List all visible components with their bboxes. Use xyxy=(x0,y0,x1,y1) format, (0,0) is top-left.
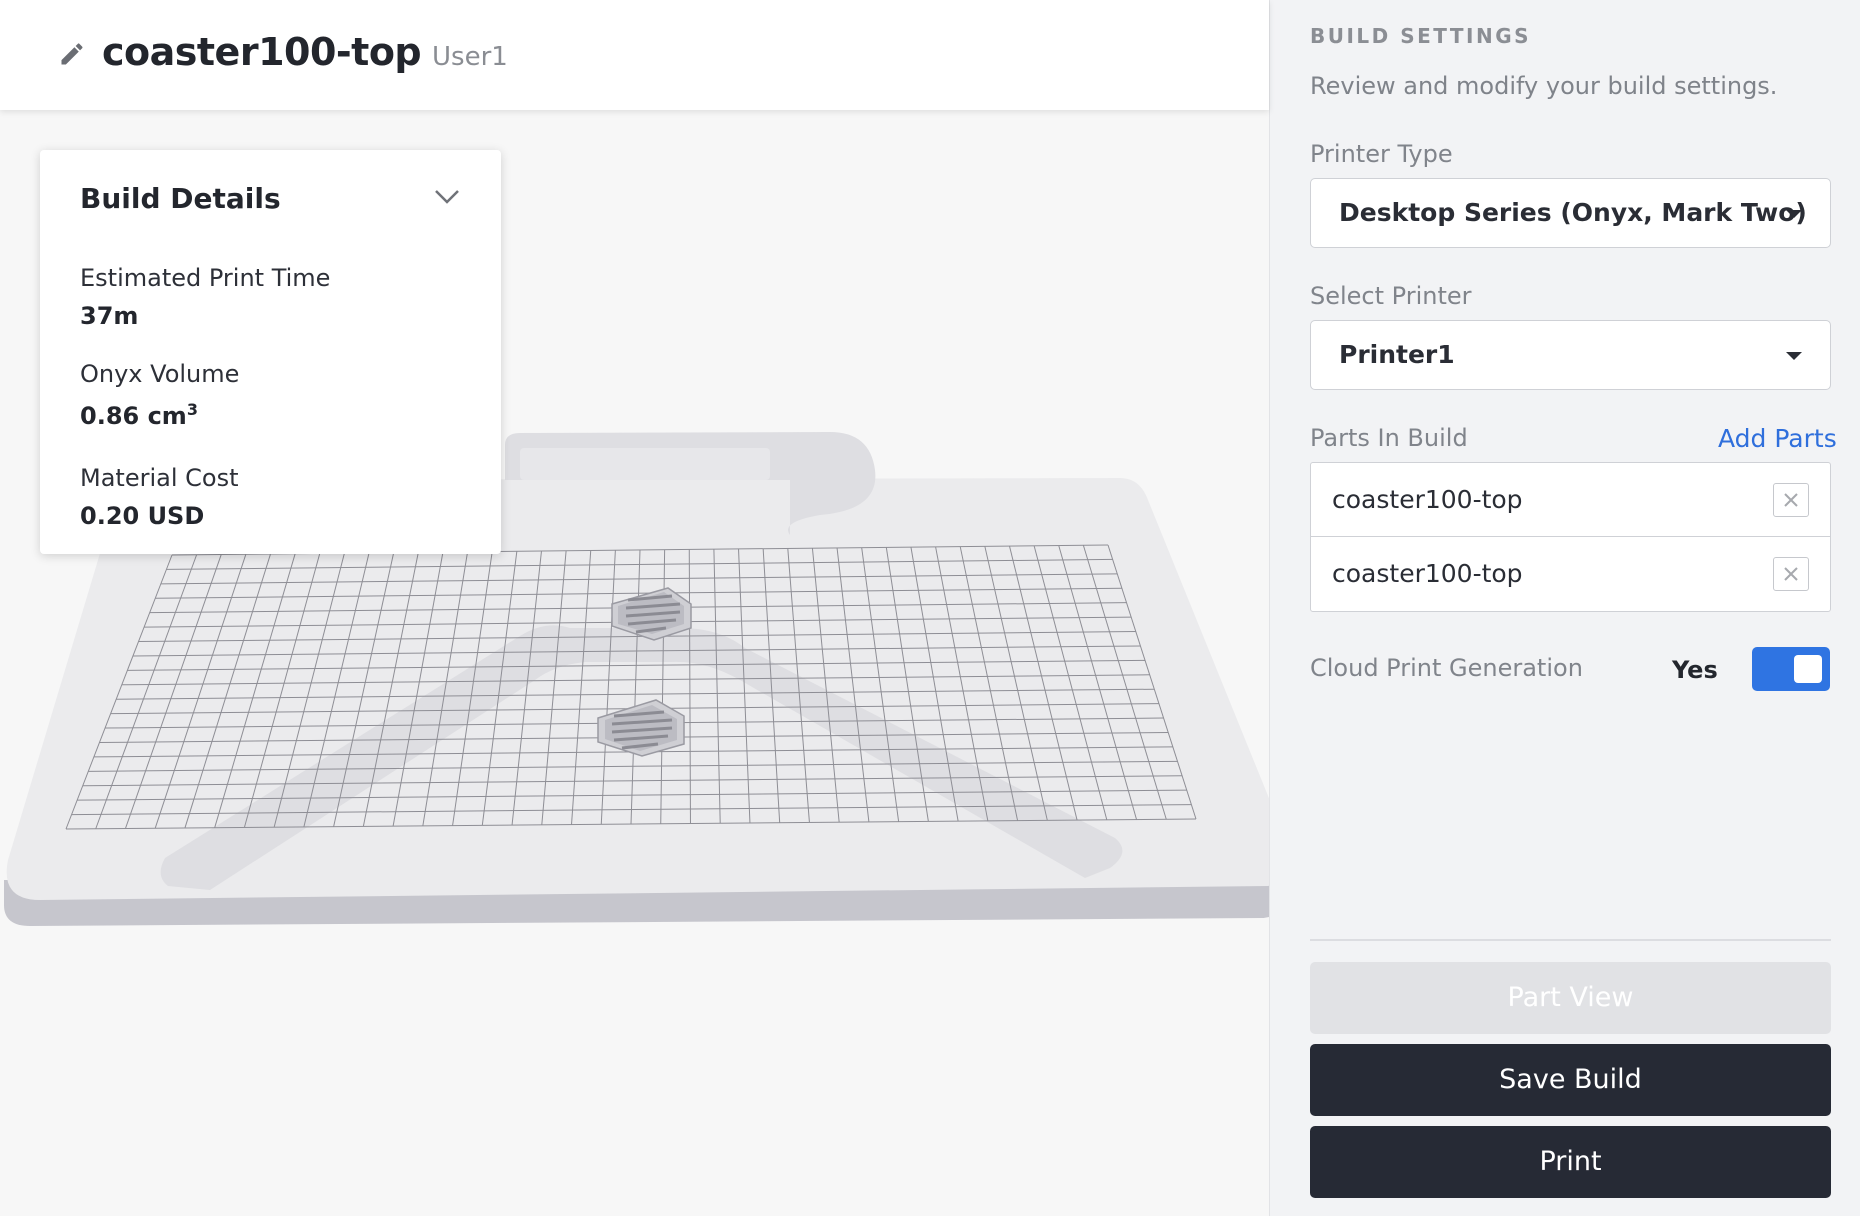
part-name: coaster100-top xyxy=(1332,485,1523,514)
parts-in-build-label: Parts In Build xyxy=(1310,424,1468,452)
cloud-print-label: Cloud Print Generation xyxy=(1310,654,1583,682)
chevron-down-icon[interactable] xyxy=(432,186,462,208)
build-viewer: coaster100-top User1 Build Details Estim… xyxy=(0,0,1269,1216)
cloud-print-toggle[interactable] xyxy=(1752,647,1830,691)
save-build-button[interactable]: Save Build xyxy=(1310,1044,1831,1116)
part-view-button[interactable]: Part View xyxy=(1310,962,1831,1034)
page-title[interactable]: coaster100-top xyxy=(102,30,422,74)
printer-value: Printer1 xyxy=(1339,340,1455,369)
print-button[interactable]: Print xyxy=(1310,1126,1831,1198)
remove-part-button[interactable] xyxy=(1773,557,1809,591)
print-bed-handle-slot xyxy=(520,448,770,480)
pencil-icon[interactable] xyxy=(58,40,86,68)
print-time-value: 37m xyxy=(80,302,139,330)
select-printer-label: Select Printer xyxy=(1310,282,1472,310)
printer-type-select[interactable]: Desktop Series (Onyx, Mark Two) xyxy=(1310,178,1831,248)
close-icon xyxy=(1784,567,1798,581)
list-item: coaster100-top xyxy=(1311,537,1830,611)
cost-value: 0.20 USD xyxy=(80,502,205,530)
volume-number: 0.86 cm xyxy=(80,402,187,430)
build-details-panel: Build Details Estimated Print Time 37m O… xyxy=(40,150,501,554)
printer-type-value: Desktop Series (Onyx, Mark Two) xyxy=(1339,198,1807,227)
list-item: coaster100-top xyxy=(1311,463,1830,537)
caret-down-icon xyxy=(1786,352,1802,360)
close-icon xyxy=(1784,493,1798,507)
volume-value: 0.86 cm3 xyxy=(80,400,198,430)
settings-subtitle: Review and modify your build settings. xyxy=(1310,72,1778,100)
page-header: coaster100-top User1 xyxy=(0,0,1269,110)
user-name: User1 xyxy=(432,42,508,72)
printer-type-label: Printer Type xyxy=(1310,140,1453,168)
print-time-label: Estimated Print Time xyxy=(80,264,331,292)
part-name: coaster100-top xyxy=(1332,559,1523,588)
cost-label: Material Cost xyxy=(80,464,239,492)
remove-part-button[interactable] xyxy=(1773,483,1809,517)
volume-label: Onyx Volume xyxy=(80,360,240,388)
build-settings-panel: BUILD SETTINGS Review and modify your bu… xyxy=(1269,0,1860,1216)
toggle-knob xyxy=(1794,655,1822,683)
settings-heading: BUILD SETTINGS xyxy=(1310,24,1532,48)
build-details-title: Build Details xyxy=(80,182,281,215)
add-parts-link[interactable]: Add Parts xyxy=(1718,424,1837,453)
parts-list: coaster100-top coaster100-top xyxy=(1310,462,1831,612)
divider xyxy=(1310,939,1831,941)
cloud-print-value: Yes xyxy=(1672,656,1718,684)
volume-unit-exponent: 3 xyxy=(186,400,198,419)
printer-select[interactable]: Printer1 xyxy=(1310,320,1831,390)
caret-down-icon xyxy=(1786,210,1802,218)
